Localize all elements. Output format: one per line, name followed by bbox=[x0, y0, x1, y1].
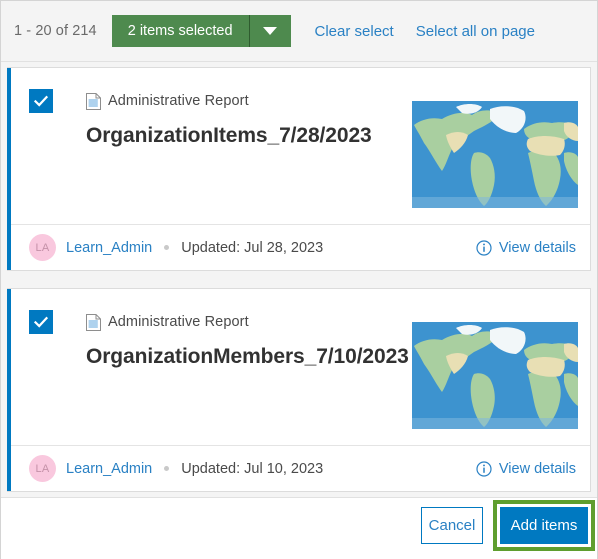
list-item[interactable]: Administrative Report OrganizationMember… bbox=[7, 288, 591, 492]
document-icon bbox=[86, 313, 101, 331]
separator-dot bbox=[164, 466, 170, 471]
item-type-label: Administrative Report bbox=[108, 314, 249, 330]
item-owner-link[interactable]: Learn_Admin bbox=[66, 461, 152, 477]
chevron-down-icon[interactable] bbox=[250, 15, 291, 47]
info-icon bbox=[476, 239, 492, 256]
pagination-count: 1 - 20 of 214 bbox=[14, 23, 97, 39]
add-items-button[interactable]: Add items bbox=[500, 507, 588, 544]
view-details-link[interactable]: View details bbox=[476, 240, 576, 256]
item-updated: Updated: Jul 28, 2023 bbox=[181, 239, 324, 256]
view-details-label: View details bbox=[498, 460, 576, 477]
item-thumbnail bbox=[412, 101, 578, 208]
list-item[interactable]: Administrative Report OrganizationItems_… bbox=[7, 67, 591, 271]
list-item-footer: LA Learn_Admin Updated: Jul 10, 2023 Vie… bbox=[11, 445, 590, 491]
item-checkbox[interactable] bbox=[29, 310, 53, 334]
items-selected-label: 2 items selected bbox=[127, 23, 233, 39]
dialog-footer: Cancel Add items bbox=[1, 497, 597, 559]
item-updated: Updated: Jul 10, 2023 bbox=[181, 460, 324, 477]
clear-select-link[interactable]: Clear select bbox=[315, 23, 394, 40]
info-icon bbox=[476, 460, 492, 477]
add-items-dialog: 1 - 20 of 214 2 items selected Clear sel… bbox=[0, 0, 598, 559]
item-type-label: Administrative Report bbox=[108, 93, 249, 109]
view-details-label: View details bbox=[498, 239, 576, 256]
item-thumbnail bbox=[412, 322, 578, 429]
select-all-on-page-link[interactable]: Select all on page bbox=[416, 23, 535, 40]
results-list: Administrative Report OrganizationItems_… bbox=[1, 62, 597, 497]
avatar: LA bbox=[29, 234, 56, 261]
list-item-footer: LA Learn_Admin Updated: Jul 28, 2023 Vie… bbox=[11, 224, 590, 270]
add-items-highlight: Add items bbox=[493, 500, 595, 551]
document-icon bbox=[86, 92, 101, 110]
list-item-body: Administrative Report OrganizationItems_… bbox=[7, 68, 590, 225]
view-details-link[interactable]: View details bbox=[476, 461, 576, 477]
selection-toolbar: 1 - 20 of 214 2 items selected Clear sel… bbox=[1, 1, 597, 62]
item-owner-link[interactable]: Learn_Admin bbox=[66, 240, 152, 256]
separator-dot bbox=[164, 245, 170, 250]
items-selected-dropdown[interactable]: 2 items selected bbox=[111, 15, 291, 47]
item-checkbox[interactable] bbox=[29, 89, 53, 113]
cancel-button[interactable]: Cancel bbox=[421, 507, 483, 544]
list-item-body: Administrative Report OrganizationMember… bbox=[7, 289, 590, 446]
avatar: LA bbox=[29, 455, 56, 482]
